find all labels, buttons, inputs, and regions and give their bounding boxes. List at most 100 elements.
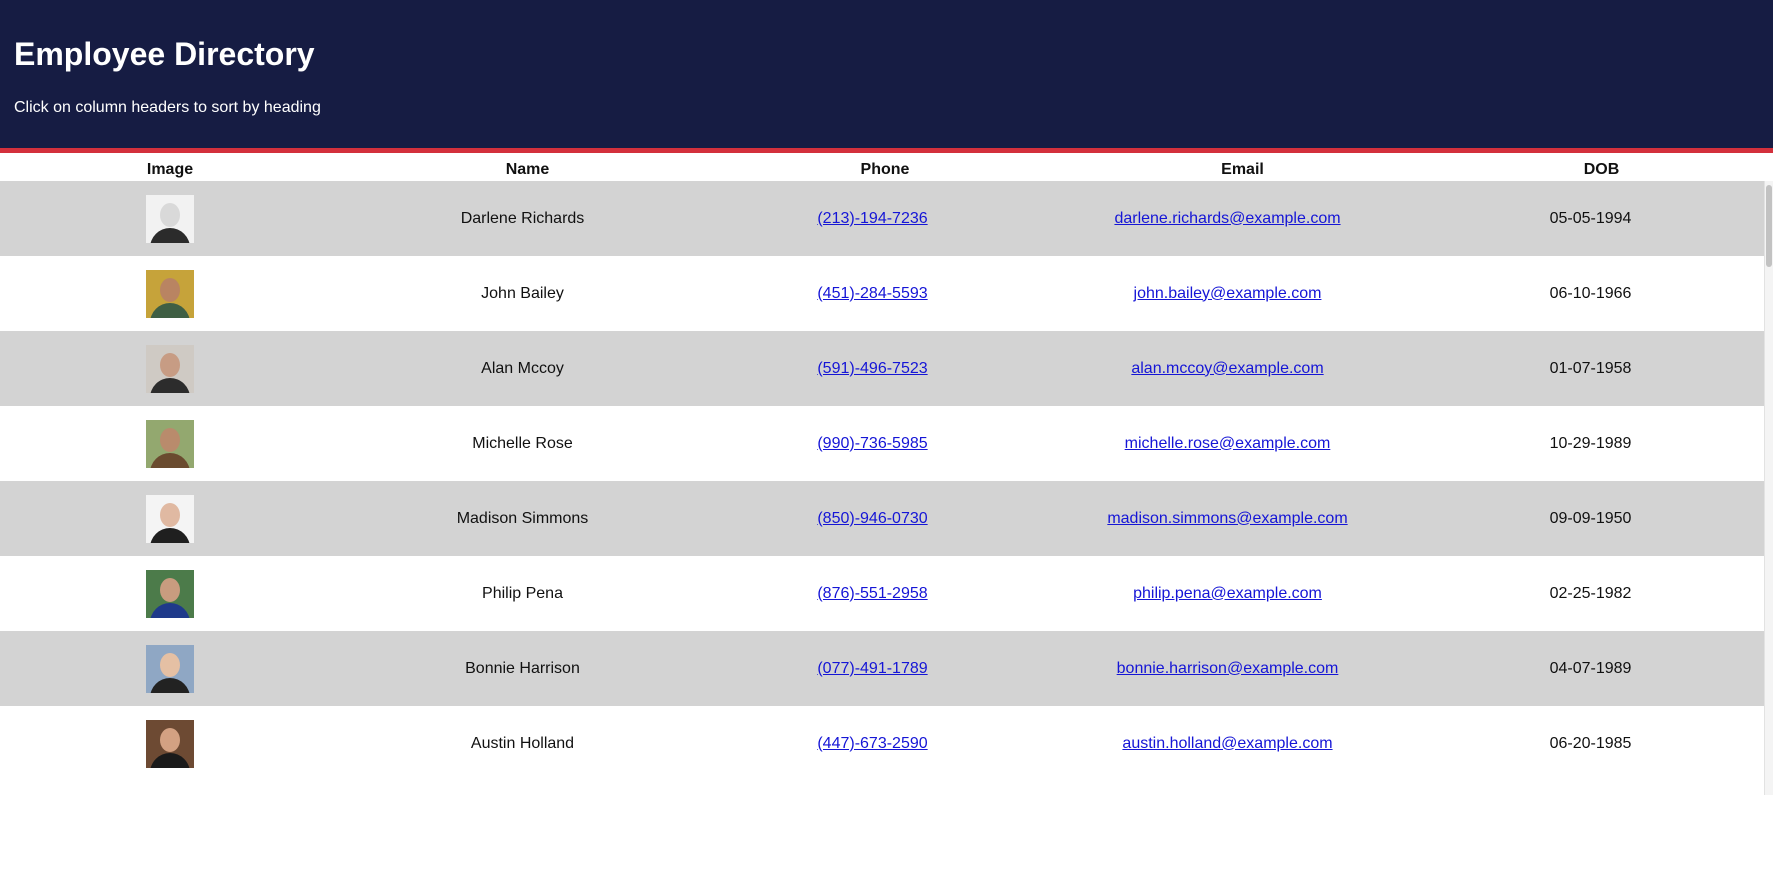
employee-name: Madison Simmons [456, 509, 589, 527]
table-row: Darlene Richards (213)-194-7236 darlene.ri… [0, 181, 1766, 256]
photo-body [150, 752, 190, 768]
photo-body [150, 677, 190, 693]
vertical-scrollbar[interactable] [1764, 181, 1773, 795]
email-link[interactable]: austin.holland@example.com [1122, 735, 1332, 752]
page-subtitle: Click on column headers to sort by headi… [14, 99, 321, 116]
employee-name: Michelle Rose [472, 434, 573, 452]
photo-head [160, 277, 180, 302]
table-body: Darlene Richards (213)-194-7236 darlene.ri… [0, 181, 1766, 781]
image-cell [0, 556, 340, 631]
email-link[interactable]: michelle.rose@example.com [1125, 435, 1331, 452]
phone-cell: (077)-491-1789 [705, 631, 1040, 706]
image-cell [0, 406, 340, 481]
photo-head [160, 202, 180, 227]
column-header-email[interactable]: Email [1055, 153, 1430, 181]
column-header-dob[interactable]: DOB [1430, 153, 1773, 181]
employee-table: Image Name Phone Email DOB Darlene Richa… [0, 153, 1773, 795]
employee-photo [146, 569, 194, 618]
phone-link[interactable]: (447)-673-2590 [817, 735, 927, 752]
email-cell: alan.mccoy@example.com [1040, 331, 1415, 406]
email-link[interactable]: bonnie.harrison@example.com [1117, 660, 1339, 677]
email-link[interactable]: philip.pena@example.com [1133, 585, 1322, 602]
dob-cell: 10-29-1989 [1549, 434, 1632, 452]
email-cell: michelle.rose@example.com [1040, 406, 1415, 481]
phone-cell: (591)-496-7523 [705, 331, 1040, 406]
image-cell [0, 331, 340, 406]
photo-body [150, 602, 190, 618]
image-cell [0, 706, 340, 781]
phone-link[interactable]: (990)-736-5985 [817, 435, 927, 452]
employee-photo [146, 719, 194, 768]
table-row: Madison Simmons (850)-946-0730 madison.sim… [0, 481, 1766, 556]
phone-link[interactable]: (213)-194-7236 [817, 210, 927, 227]
email-link[interactable]: darlene.richards@example.com [1114, 210, 1340, 227]
table-row: Philip Pena (876)-551-2958 philip.pena@exa… [0, 556, 1766, 631]
dob-cell: 02-25-1982 [1549, 584, 1632, 602]
employee-name: John Bailey [481, 284, 564, 302]
email-cell: philip.pena@example.com [1040, 556, 1415, 631]
phone-cell: (876)-551-2958 [705, 556, 1040, 631]
employee-photo [146, 644, 194, 693]
employee-name: Austin Holland [470, 734, 575, 752]
phone-link[interactable]: (876)-551-2958 [817, 585, 927, 602]
column-header-image[interactable]: Image [0, 153, 340, 181]
employee-name: Alan Mccoy [481, 359, 564, 377]
dob-cell: 05-05-1994 [1549, 209, 1632, 227]
image-cell [0, 631, 340, 706]
phone-cell: (990)-736-5985 [705, 406, 1040, 481]
employee-photo [146, 494, 194, 543]
employee-name: Darlene Richards [460, 209, 585, 227]
photo-head [160, 577, 180, 602]
employee-photo [146, 419, 194, 468]
photo-head [160, 727, 180, 752]
employee-name: Bonnie Harrison [465, 659, 580, 677]
photo-head [160, 652, 180, 677]
email-link[interactable]: madison.simmons@example.com [1107, 510, 1347, 527]
phone-link[interactable]: (077)-491-1789 [817, 660, 927, 677]
photo-body [150, 527, 190, 543]
photo-body [150, 452, 190, 468]
table-row: Austin Holland (447)-673-2590 austin.holla… [0, 706, 1766, 781]
image-cell [0, 481, 340, 556]
photo-head [160, 352, 180, 377]
table-row: Michelle Rose (990)-736-5985 michelle.rose… [0, 406, 1766, 481]
photo-body [150, 227, 190, 243]
phone-link[interactable]: (451)-284-5593 [817, 285, 927, 302]
column-header-phone[interactable]: Phone [715, 153, 1055, 181]
dob-cell: 04-07-1989 [1549, 659, 1632, 677]
dob-cell: 09-09-1950 [1549, 509, 1632, 527]
dob-cell: 06-10-1966 [1549, 284, 1632, 302]
dob-cell: 01-07-1958 [1549, 359, 1632, 377]
table-row: Bonnie Harrison (077)-491-1789 bonnie.harr… [0, 631, 1766, 706]
phone-cell: (213)-194-7236 [705, 181, 1040, 256]
employee-photo [146, 194, 194, 243]
email-cell: bonnie.harrison@example.com [1040, 631, 1415, 706]
employee-photo [146, 269, 194, 318]
table-header: Image Name Phone Email DOB [0, 153, 1773, 181]
email-cell: madison.simmons@example.com [1040, 481, 1415, 556]
email-cell: austin.holland@example.com [1040, 706, 1415, 781]
photo-head [160, 502, 180, 527]
image-cell [0, 256, 340, 331]
table-row: Alan Mccoy (591)-496-7523 alan.mccoy@examp… [0, 331, 1766, 406]
phone-cell: (451)-284-5593 [705, 256, 1040, 331]
phone-link[interactable]: (850)-946-0730 [817, 510, 927, 527]
email-cell: darlene.richards@example.com [1040, 181, 1415, 256]
email-cell: john.bailey@example.com [1040, 256, 1415, 331]
dob-cell: 06-20-1985 [1549, 734, 1632, 752]
email-link[interactable]: john.bailey@example.com [1134, 285, 1322, 302]
photo-head [160, 427, 180, 452]
scrollbar-thumb[interactable] [1766, 185, 1772, 267]
phone-link[interactable]: (591)-496-7523 [817, 360, 927, 377]
employee-name: Philip Pena [482, 584, 563, 602]
employee-photo [146, 344, 194, 393]
photo-body [150, 302, 190, 318]
photo-body [150, 377, 190, 393]
column-header-name[interactable]: Name [340, 153, 715, 181]
table-row: John Bailey (451)-284-5593 john.bailey@exa… [0, 256, 1766, 331]
page-header: Employee Directory Click on column heade… [0, 0, 1773, 153]
phone-cell: (850)-946-0730 [705, 481, 1040, 556]
email-link[interactable]: alan.mccoy@example.com [1131, 360, 1323, 377]
table-body-scroll[interactable]: Darlene Richards (213)-194-7236 darlene.ri… [0, 181, 1773, 795]
image-cell [0, 181, 340, 256]
